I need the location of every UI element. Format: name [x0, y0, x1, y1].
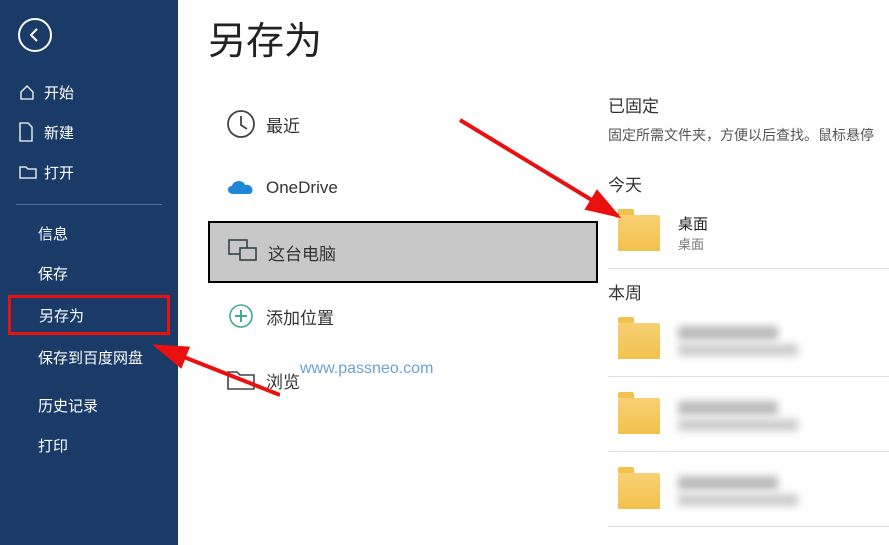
home-icon — [18, 83, 44, 101]
folder-item-desktop[interactable]: 桌面 桌面 — [608, 204, 889, 262]
folder-icon — [216, 367, 266, 393]
sidebar-item-open[interactable]: 打开 — [0, 152, 178, 192]
folder-item[interactable] — [608, 462, 889, 520]
sidebar-item-label: 新建 — [44, 122, 74, 143]
location-this-pc[interactable]: 这台电脑 — [208, 221, 598, 283]
back-button[interactable] — [18, 18, 52, 52]
sidebar-item-label: 打印 — [38, 435, 68, 456]
sidebar-item-save[interactable]: 保存 — [0, 253, 178, 293]
sidebar-item-label: 打开 — [44, 162, 74, 183]
sidebar-item-label: 历史记录 — [38, 395, 98, 416]
main-content: 另存为 最近 OneDrive 这台电脑 添加位置 — [178, 0, 889, 545]
folder-name: 桌面 — [678, 213, 708, 234]
location-label: 浏览 — [266, 368, 300, 393]
location-label: OneDrive — [266, 178, 338, 198]
location-label: 添加位置 — [266, 304, 334, 329]
page-title: 另存为 — [208, 10, 598, 65]
sidebar-item-new[interactable]: 新建 — [0, 112, 178, 152]
arrow-left-icon — [26, 26, 44, 44]
sidebar-item-label: 另存为 — [39, 305, 84, 326]
pinned-description: 固定所需文件夹，方便以后查找。鼠标悬停 — [608, 125, 889, 145]
this-week-heading: 本周 — [608, 279, 889, 304]
folder-icon — [618, 473, 660, 509]
save-locations-list: 最近 OneDrive 这台电脑 添加位置 浏览 — [208, 93, 598, 411]
pc-icon — [218, 237, 268, 267]
document-icon — [18, 122, 44, 142]
location-label: 这台电脑 — [268, 240, 336, 265]
pinned-heading: 已固定 — [608, 92, 889, 117]
location-recent[interactable]: 最近 — [208, 93, 598, 155]
sidebar-item-label: 信息 — [38, 223, 68, 244]
sidebar-item-label: 保存到百度网盘 — [38, 347, 143, 368]
folder-path: 桌面 — [678, 234, 708, 253]
sidebar-item-label: 开始 — [44, 82, 74, 103]
sidebar-item-save-as[interactable]: 另存为 — [8, 295, 170, 335]
backstage-sidebar: 开始 新建 打开 信息 保存 另存为 保存到百度网盘 历史记录 打印 — [0, 0, 178, 545]
folder-icon — [618, 215, 660, 251]
divider — [608, 451, 889, 452]
add-place-icon — [216, 300, 266, 332]
sidebar-item-print[interactable]: 打印 — [0, 425, 178, 465]
folder-icon — [618, 323, 660, 359]
today-heading: 今天 — [608, 171, 889, 196]
location-onedrive[interactable]: OneDrive — [208, 157, 598, 219]
sidebar-item-save-baidu[interactable]: 保存到百度网盘 — [0, 337, 178, 377]
folder-item[interactable] — [608, 312, 889, 370]
sidebar-item-label: 保存 — [38, 263, 68, 284]
location-browse[interactable]: 浏览 — [208, 349, 598, 411]
folder-open-icon — [18, 164, 44, 180]
sidebar-item-history[interactable]: 历史记录 — [0, 385, 178, 425]
sidebar-item-home[interactable]: 开始 — [0, 72, 178, 112]
divider — [608, 376, 889, 377]
location-label: 最近 — [266, 112, 300, 137]
folder-icon — [618, 398, 660, 434]
sidebar-item-info[interactable]: 信息 — [0, 213, 178, 253]
location-add-place[interactable]: 添加位置 — [208, 285, 598, 347]
folder-item[interactable] — [608, 387, 889, 445]
divider — [608, 268, 889, 269]
divider — [608, 526, 889, 527]
clock-icon — [216, 107, 266, 141]
onedrive-icon — [216, 176, 266, 200]
